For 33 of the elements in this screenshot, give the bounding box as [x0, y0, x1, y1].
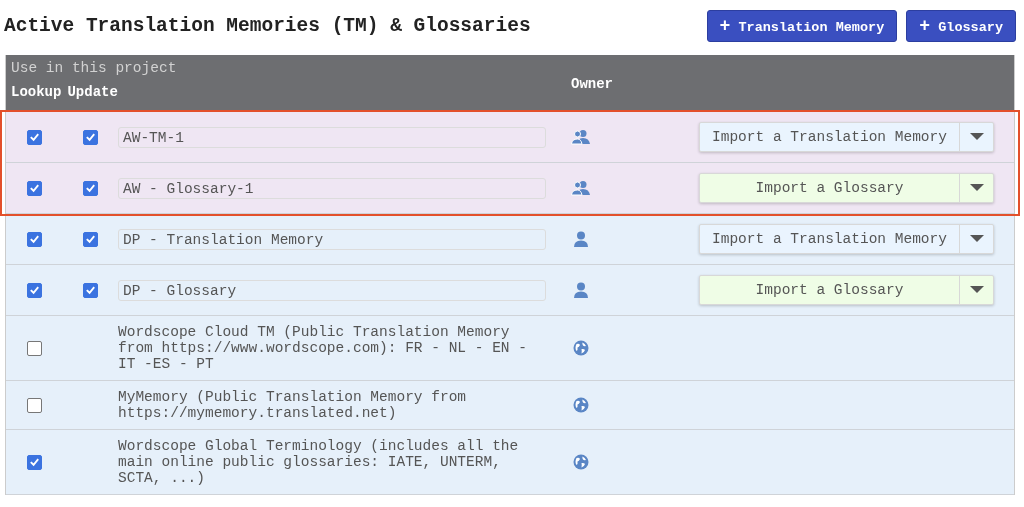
name-field[interactable]: DP - Glossary [118, 279, 546, 301]
resource-description: Wordscope Cloud TM (Public Translation Memory from https://www.wordscope.com): FR - NL - EN - IT -ES - PT [118, 324, 528, 372]
import-label: Import a Glossary [700, 174, 960, 202]
checkbox[interactable] [26, 180, 42, 196]
resource-description: MyMemory (Public Translation Memory from https://mymemory.translated.net) [118, 389, 468, 421]
import-dropdown[interactable]: Import a Glossary [699, 275, 994, 305]
checkbox[interactable] [82, 180, 98, 196]
checkbox[interactable] [82, 231, 98, 247]
import-label: Import a Glossary [700, 276, 960, 304]
import-label: Import a Translation Memory [700, 225, 960, 253]
checkbox[interactable] [26, 129, 42, 145]
name-field[interactable]: AW-TM-1 [118, 126, 546, 148]
column-header: Owner [571, 75, 613, 92]
add-button[interactable]: + Glossary [906, 10, 1016, 42]
import-dropdown[interactable]: Import a Translation Memory [699, 224, 994, 254]
page-title: Active Translation Memories (TM) & Glossaries [4, 15, 531, 37]
import-label: Import a Translation Memory [700, 123, 960, 151]
checkbox[interactable] [26, 454, 42, 470]
checkbox[interactable] [82, 129, 98, 145]
checkbox[interactable] [26, 397, 42, 413]
resource-description: Wordscope Global Terminology (includes all the main online public glossaries: IATE, UNTERM, SCTA, ...) [118, 438, 520, 486]
import-dropdown[interactable]: Import a Glossary [699, 173, 994, 203]
import-dropdown[interactable]: Import a Translation Memory [699, 122, 994, 152]
checkbox[interactable] [82, 282, 98, 298]
column-caption: Use in this project [11, 60, 178, 76]
column-header: Lookup [11, 84, 62, 100]
name-field[interactable]: DP - Translation Memory [118, 228, 546, 250]
name-field[interactable]: AW - Glossary-1 [118, 177, 546, 199]
checkbox[interactable] [26, 340, 42, 356]
checkbox[interactable] [26, 282, 42, 298]
add-button[interactable]: + Translation Memory [706, 10, 898, 42]
checkbox[interactable] [26, 231, 42, 247]
column-header: Update [67, 84, 118, 100]
